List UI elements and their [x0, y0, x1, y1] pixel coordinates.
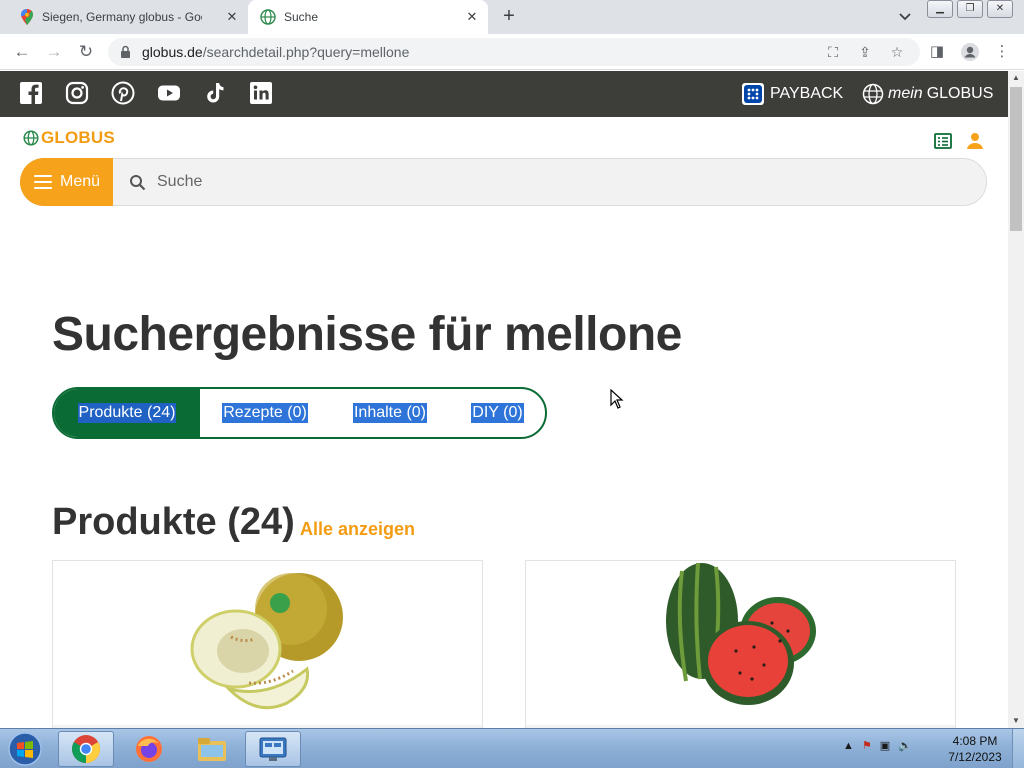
tab-inhalte[interactable]: Inhalte (0) — [330, 389, 450, 437]
pinterest-icon[interactable] — [111, 81, 135, 105]
scroll-down-arrow-icon[interactable]: ▼ — [1008, 714, 1024, 728]
google-maps-icon — [21, 9, 33, 25]
screen: Siegen, Germany globus - Googl ✕ Suche ✕… — [0, 0, 1024, 768]
page-title: Suchergebnisse für mellone — [52, 308, 682, 361]
shopping-list-icon[interactable] — [933, 131, 953, 151]
watermelon-image — [666, 562, 816, 705]
star-bookmark-icon[interactable]: ☆ — [888, 43, 906, 61]
product-card[interactable] — [52, 560, 483, 728]
payback-link[interactable]: PAYBACK — [742, 83, 843, 105]
search-input[interactable] — [157, 169, 957, 195]
page-scrollbar[interactable]: ▲ ▼ — [1008, 71, 1024, 728]
linkedin-icon[interactable] — [249, 81, 273, 105]
browser-toolbar: ← → ↻ globus.de/searchdetail.php?query=m… — [0, 34, 1024, 70]
chevron-down-icon[interactable] — [896, 9, 914, 25]
tab-rezepte[interactable]: Rezepte (0) — [200, 389, 330, 437]
tab-label: Rezepte (0) — [222, 403, 308, 423]
url-path: /searchdetail.php?query=mellone — [202, 44, 410, 60]
minimize-button[interactable]: ▁ — [927, 0, 953, 18]
new-tab-button[interactable]: + — [497, 6, 521, 28]
menu-button[interactable]: Menü — [20, 158, 113, 206]
control-panel-icon — [259, 737, 287, 761]
tiktok-icon[interactable] — [203, 81, 227, 105]
tab-label: Inhalte (0) — [352, 403, 428, 423]
close-window-button[interactable]: ✕ — [987, 0, 1013, 18]
page-viewport: PAYBACK mein GLOBUS GLOBUS Menü Suche Su… — [0, 71, 1008, 728]
system-tray: ▲ ⚑ ▣ 🔈 — [843, 739, 912, 753]
translate-icon[interactable]: ⛶ — [824, 43, 842, 61]
network-icon[interactable]: ▣ — [880, 739, 890, 752]
close-tab-icon[interactable]: ✕ — [464, 9, 480, 25]
user-icon[interactable] — [965, 131, 985, 151]
windows-taskbar: ▲ ⚑ ▣ 🔈 4:08 PM 7/12/2023 — [0, 728, 1024, 768]
honeydew-melon-image — [190, 573, 343, 710]
scroll-up-arrow-icon[interactable]: ▲ — [1008, 71, 1024, 85]
mein-brand: GLOBUS — [926, 85, 994, 102]
globus-logo[interactable]: GLOBUS — [23, 128, 115, 148]
window-controls: ▁ ❐ ✕ — [927, 0, 1017, 18]
logo-text: GLOBUS — [41, 128, 115, 147]
back-arrow-icon[interactable]: ← — [12, 42, 32, 62]
hamburger-icon — [34, 175, 52, 189]
browser-tab-suche[interactable]: Suche ✕ — [248, 0, 488, 34]
search-bar: Menü — [20, 158, 987, 206]
firefox-icon — [136, 736, 162, 762]
chrome-icon — [72, 735, 100, 763]
action-center-flag-icon[interactable]: ⚑ — [862, 739, 872, 752]
kebab-menu-icon[interactable]: ⋮ — [992, 42, 1012, 62]
share-icon[interactable]: ⇪ — [856, 43, 874, 61]
url-domain: globus.de — [142, 44, 203, 60]
taskbar-control-panel[interactable] — [245, 731, 301, 767]
tray-expand-icon[interactable]: ▲ — [843, 740, 854, 752]
reload-icon[interactable]: ↻ — [76, 42, 96, 62]
address-bar[interactable]: globus.de/searchdetail.php?query=mellone… — [108, 38, 920, 66]
show-all-link[interactable]: Alle anzeigen — [300, 519, 415, 540]
menu-label: Menü — [60, 173, 101, 190]
scroll-thumb[interactable] — [1010, 87, 1022, 231]
side-panel-icon[interactable]: ◨ — [927, 42, 947, 62]
youtube-icon[interactable] — [157, 81, 181, 105]
tab-title: Siegen, Germany globus - Googl — [42, 10, 202, 24]
result-type-tabs: Produkte (24) Rezepte (0) Inhalte (0) DI… — [52, 387, 547, 439]
globus-globe-icon — [260, 9, 276, 25]
tab-title: Suche — [284, 10, 319, 24]
windows-start-icon[interactable] — [4, 731, 46, 767]
facebook-icon[interactable] — [19, 81, 43, 105]
mein-globus-link[interactable]: mein GLOBUS — [862, 83, 993, 105]
instagram-icon[interactable] — [65, 81, 89, 105]
browser-tab-strip: Siegen, Germany globus - Googl ✕ Suche ✕… — [0, 0, 1024, 34]
show-desktop-button[interactable] — [1012, 729, 1024, 768]
search-icon[interactable] — [129, 174, 147, 192]
restore-button[interactable]: ❐ — [957, 0, 983, 18]
products-heading: Produkte (24) — [52, 501, 295, 543]
globus-logo-globe-icon — [23, 130, 39, 146]
payback-icon — [742, 83, 764, 105]
tab-label: DIY (0) — [471, 403, 524, 423]
taskbar-file-explorer[interactable] — [184, 731, 240, 767]
product-card[interactable] — [525, 560, 956, 728]
browser-tab-maps[interactable]: Siegen, Germany globus - Googl ✕ — [8, 0, 248, 34]
tab-produkte[interactable]: Produkte (24) — [54, 389, 200, 437]
clock-time: 4:08 PM — [952, 734, 998, 748]
clock-date: 7/12/2023 — [948, 750, 1002, 764]
url-text: globus.de/searchdetail.php?query=mellone — [142, 44, 409, 60]
tab-diy[interactable]: DIY (0) — [450, 389, 545, 437]
tab-label: Produkte (24) — [77, 403, 177, 423]
payback-label: PAYBACK — [770, 85, 844, 102]
mein-prefix: mein — [888, 85, 923, 102]
close-tab-icon[interactable]: ✕ — [224, 9, 240, 25]
taskbar-clock[interactable]: 4:08 PM 7/12/2023 — [943, 733, 1007, 765]
social-bar: PAYBACK mein GLOBUS — [0, 71, 1008, 117]
file-explorer-icon — [198, 738, 226, 761]
lock-icon — [121, 45, 130, 58]
taskbar-firefox[interactable] — [121, 731, 177, 767]
mouse-cursor-icon — [610, 389, 624, 409]
taskbar-chrome[interactable] — [58, 731, 114, 767]
volume-muted-icon[interactable]: 🔈 — [898, 739, 912, 752]
globe-icon — [862, 83, 884, 105]
profile-icon[interactable] — [960, 42, 980, 62]
forward-arrow-icon[interactable]: → — [44, 42, 64, 62]
